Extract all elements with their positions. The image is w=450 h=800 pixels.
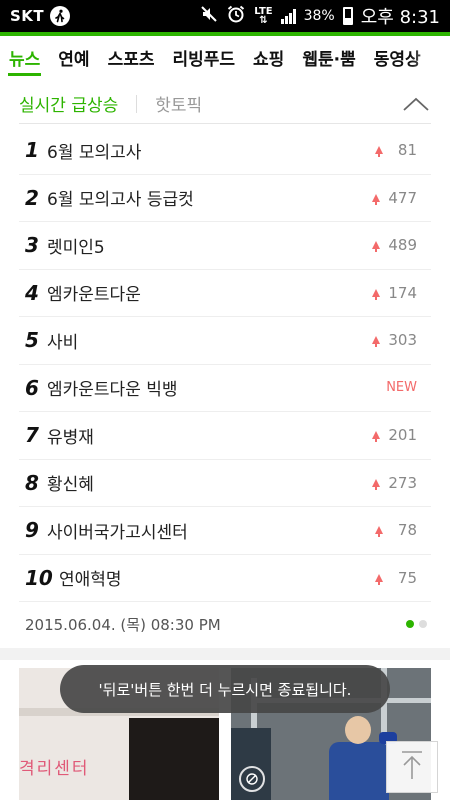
network-label: LTE bbox=[254, 6, 273, 17]
rank-number: 3 bbox=[25, 233, 39, 258]
rank-number: 1 bbox=[25, 138, 39, 163]
list-item[interactable]: 10 연애혁명 75 bbox=[19, 555, 431, 602]
page-dot-active[interactable] bbox=[406, 620, 414, 628]
tab-living-food[interactable]: 리빙푸드 bbox=[163, 36, 244, 84]
up-arrow-icon bbox=[372, 431, 381, 443]
tabs-fade bbox=[410, 36, 450, 84]
scroll-top-button[interactable] bbox=[386, 741, 438, 793]
rank-change: 78 bbox=[397, 521, 417, 540]
list-item[interactable]: 5 사비 303 bbox=[19, 317, 431, 365]
tab-hot-topic[interactable]: 핫토픽 bbox=[155, 91, 202, 116]
up-arrow-icon bbox=[372, 478, 381, 490]
rank-number: 9 bbox=[25, 518, 39, 543]
rank-term[interactable]: 엠카운트다운 빅뱅 bbox=[45, 375, 386, 400]
tab-sports[interactable]: 스포츠 bbox=[99, 36, 164, 84]
section-divider bbox=[0, 648, 450, 660]
list-item[interactable]: 1 6월 모의고사 81 bbox=[19, 127, 431, 175]
signal-icon bbox=[280, 8, 296, 24]
tab-entertainment[interactable]: 연예 bbox=[49, 36, 98, 84]
rank-term[interactable]: 유병재 bbox=[45, 423, 372, 448]
tab-shopping[interactable]: 쇼핑 bbox=[244, 36, 293, 84]
rank-change: 81 bbox=[397, 141, 417, 160]
list-item[interactable]: 6 엠카운트다운 빅뱅 NEW bbox=[19, 365, 431, 412]
tab-webtoon[interactable]: 웹툰·뿜 bbox=[293, 36, 364, 84]
battery-icon bbox=[342, 7, 353, 25]
photo-caption: 격리센터 bbox=[19, 759, 90, 779]
rank-term[interactable]: 엠카운트다운 bbox=[45, 280, 372, 305]
list-item[interactable]: 8 황신혜 273 bbox=[19, 460, 431, 507]
exit-toast: '뒤로'버튼 한번 더 누르시면 종료됩니다. bbox=[60, 665, 390, 713]
new-badge: NEW bbox=[386, 380, 417, 396]
ranking-list: 1 6월 모의고사 81 2 6월 모의고사 등급컷 477 3 렛미인5 48… bbox=[19, 127, 431, 602]
rank-term[interactable]: 사이버국가고시센터 bbox=[45, 518, 375, 543]
panel-header: 실시간 급상승 핫토픽 bbox=[19, 84, 431, 124]
rank-change: 201 bbox=[388, 426, 417, 445]
carrier-label: SKT bbox=[10, 7, 45, 25]
rank-number: 5 bbox=[25, 328, 39, 353]
tab-news[interactable]: 뉴스 bbox=[0, 36, 49, 84]
divider bbox=[136, 94, 138, 113]
rank-number: 4 bbox=[25, 280, 39, 305]
rank-term[interactable]: 렛미인5 bbox=[45, 233, 372, 258]
page-dot[interactable] bbox=[419, 620, 427, 628]
rank-change: 273 bbox=[388, 473, 417, 492]
mute-icon bbox=[200, 5, 218, 27]
worker-figure bbox=[323, 716, 397, 800]
rank-change: 489 bbox=[388, 236, 417, 255]
camera-icon bbox=[239, 766, 265, 792]
list-item[interactable]: 2 6월 모의고사 등급컷 477 bbox=[19, 175, 431, 222]
chevron-up-icon[interactable] bbox=[401, 89, 431, 119]
rank-term[interactable]: 황신혜 bbox=[45, 470, 372, 495]
rank-term[interactable]: 6월 모의고사 bbox=[45, 138, 375, 163]
up-arrow-icon bbox=[375, 526, 383, 538]
up-arrow-icon bbox=[375, 573, 383, 585]
rank-term[interactable]: 사비 bbox=[45, 328, 372, 353]
page-indicator bbox=[406, 620, 431, 628]
timestamp: 2015.06.04. (목) 08:30 PM bbox=[25, 615, 221, 634]
up-arrow-icon bbox=[375, 146, 383, 158]
rank-number: 8 bbox=[25, 470, 39, 495]
list-item[interactable]: 3 렛미인5 489 bbox=[19, 222, 431, 270]
rank-number: 7 bbox=[25, 423, 39, 448]
timestamp-row: 2015.06.04. (목) 08:30 PM bbox=[19, 603, 431, 645]
up-arrow-icon bbox=[372, 241, 381, 253]
clock: 오후 8:31 bbox=[360, 7, 440, 28]
up-arrow-icon bbox=[372, 336, 381, 348]
tab-realtime-rising[interactable]: 실시간 급상승 bbox=[19, 91, 118, 116]
lte-icon: LTE ⇅ bbox=[254, 6, 273, 26]
battery-percent: 38% bbox=[303, 8, 335, 24]
rank-change: 477 bbox=[388, 188, 417, 207]
category-tabs: 뉴스 연예 스포츠 리빙푸드 쇼핑 웹툰·뿜 동영상 bbox=[0, 36, 450, 84]
rank-change: 75 bbox=[397, 568, 417, 587]
arrow-up-icon bbox=[399, 749, 425, 785]
rank-number: 6 bbox=[25, 375, 39, 400]
up-arrow-icon bbox=[372, 193, 381, 205]
rank-change: 174 bbox=[388, 283, 417, 302]
list-item[interactable]: 9 사이버국가고시센터 78 bbox=[19, 507, 431, 555]
status-bar: SKT LTE ⇅ 38% 오후 8:31 bbox=[0, 0, 450, 32]
rank-number: 2 bbox=[25, 185, 39, 210]
running-person-icon bbox=[50, 6, 71, 26]
alarm-icon bbox=[226, 4, 246, 28]
rank-number: 10 bbox=[25, 565, 53, 590]
up-arrow-icon bbox=[372, 288, 381, 300]
rank-term[interactable]: 연애혁명 bbox=[57, 565, 375, 590]
rank-change: 303 bbox=[388, 331, 417, 350]
rank-term[interactable]: 6월 모의고사 등급컷 bbox=[45, 185, 372, 210]
list-item[interactable]: 4 엠카운트다운 174 bbox=[19, 270, 431, 317]
list-item[interactable]: 7 유병재 201 bbox=[19, 412, 431, 460]
tent-opening bbox=[129, 718, 219, 800]
